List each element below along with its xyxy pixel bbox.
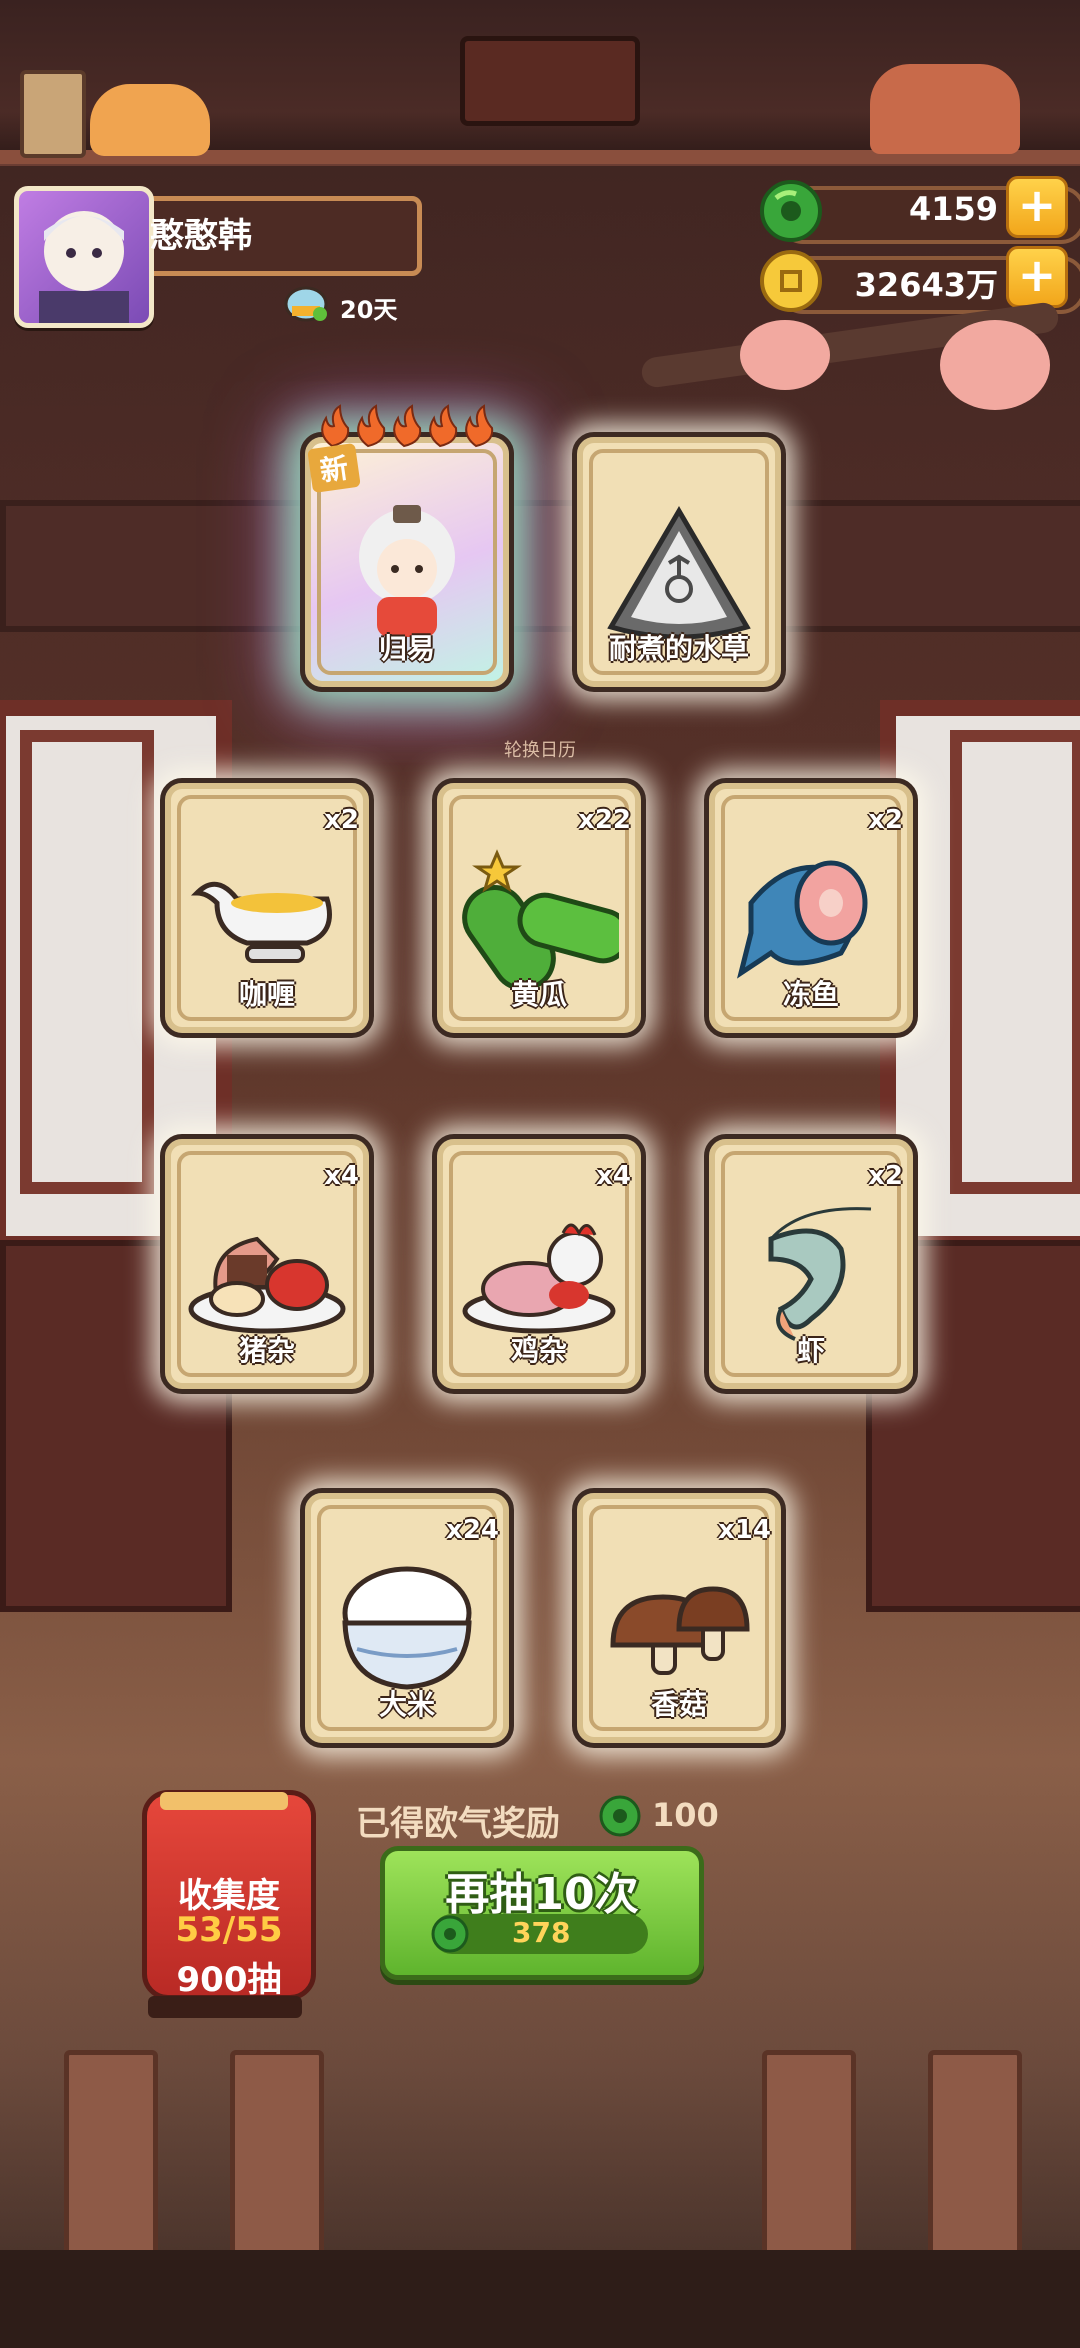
lantern-cap: [160, 1792, 288, 1810]
card-qty: x4: [596, 1161, 631, 1191]
card-pork-offal[interactable]: x4 猪杂: [160, 1134, 374, 1394]
jade-coin-icon: [598, 1794, 642, 1842]
card-curry[interactable]: x2 咖喱: [160, 778, 374, 1038]
card-label: 大米: [378, 1688, 435, 1721]
card-label: 归易: [378, 632, 435, 665]
cucumber-icon: [462, 849, 619, 991]
mushroom-icon: [610, 1586, 750, 1675]
coin-value: 32643万: [854, 266, 998, 304]
player-name: 憨憨韩: [150, 216, 252, 256]
blossom-icon: [740, 320, 830, 390]
card-label: 耐煮的水草: [608, 632, 749, 665]
card-qty: x22: [578, 805, 631, 835]
shop-sign-icon: [460, 36, 640, 126]
character-icon: [359, 505, 455, 637]
chicken-offal-icon: [462, 1223, 616, 1334]
reward-value: 100: [652, 1796, 719, 1834]
card-cucumber[interactable]: x22 黄瓜: [432, 778, 646, 1038]
jade-value: 4159: [908, 190, 998, 228]
cat-icon: [90, 84, 210, 156]
hanging-scroll-icon: [20, 70, 86, 158]
card-label: 鸡杂: [510, 1334, 567, 1367]
chef-characters-icon: [870, 64, 1020, 154]
pork-offal-icon: [188, 1236, 346, 1334]
card-qty: x2: [324, 805, 359, 835]
card-label: 咖喱: [238, 978, 295, 1011]
calendar-icon: [284, 284, 328, 328]
days-count: 20天: [340, 296, 398, 324]
wall-panel: [0, 500, 1080, 632]
add-jade-button[interactable]: +: [1006, 176, 1068, 238]
draw-again-label: 再抽10次: [445, 1869, 639, 1920]
card-qty: x14: [718, 1515, 771, 1545]
card-qty: x2: [868, 805, 903, 835]
card-frozen-fish[interactable]: x2 冻鱼: [704, 778, 918, 1038]
avatar[interactable]: [14, 186, 154, 328]
reward-label: 已得欧气奖励: [356, 1804, 560, 1844]
new-badge: 新: [307, 442, 361, 494]
card-shrimp[interactable]: x2 虾: [704, 1134, 918, 1394]
right-window-lattice: [950, 730, 1080, 1194]
card-rice[interactable]: x24 大米: [300, 1488, 514, 1748]
draw-cost: 378: [512, 1916, 571, 1949]
jade-coin-icon: [430, 1914, 470, 1958]
add-coins-button[interactable]: +: [1006, 246, 1068, 308]
card-chicken-offal[interactable]: x4 鸡杂: [432, 1134, 646, 1394]
card-qty: x2: [868, 1161, 903, 1191]
card-label: 虾: [796, 1334, 825, 1367]
card-label: 黄瓜: [510, 978, 567, 1011]
rice-icon: [342, 1566, 472, 1690]
floor-shadow: [0, 2250, 1080, 2348]
avatar-icon: [39, 211, 129, 323]
collection-draws: 900抽: [176, 1960, 282, 2000]
card-mushroom[interactable]: x14 香菇: [572, 1488, 786, 1748]
curry-icon: [190, 881, 332, 963]
card-qty: x24: [446, 1515, 499, 1545]
left-window-lattice: [20, 730, 154, 1194]
waterweed-icon: [607, 506, 751, 640]
frozen-fish-icon: [737, 860, 868, 979]
card-label: 冻鱼: [782, 978, 839, 1011]
card-waterweed[interactable]: 耐煮的水草: [572, 432, 786, 692]
collection-progress: 53/55: [175, 1910, 283, 1950]
card-label: 香菇: [650, 1688, 707, 1721]
card-label: 猪杂: [238, 1334, 295, 1367]
card-qty: x4: [324, 1161, 359, 1191]
rotate-note: 轮换日历: [504, 740, 576, 761]
blossom-icon: [940, 320, 1050, 410]
shrimp-icon: [768, 1207, 872, 1341]
